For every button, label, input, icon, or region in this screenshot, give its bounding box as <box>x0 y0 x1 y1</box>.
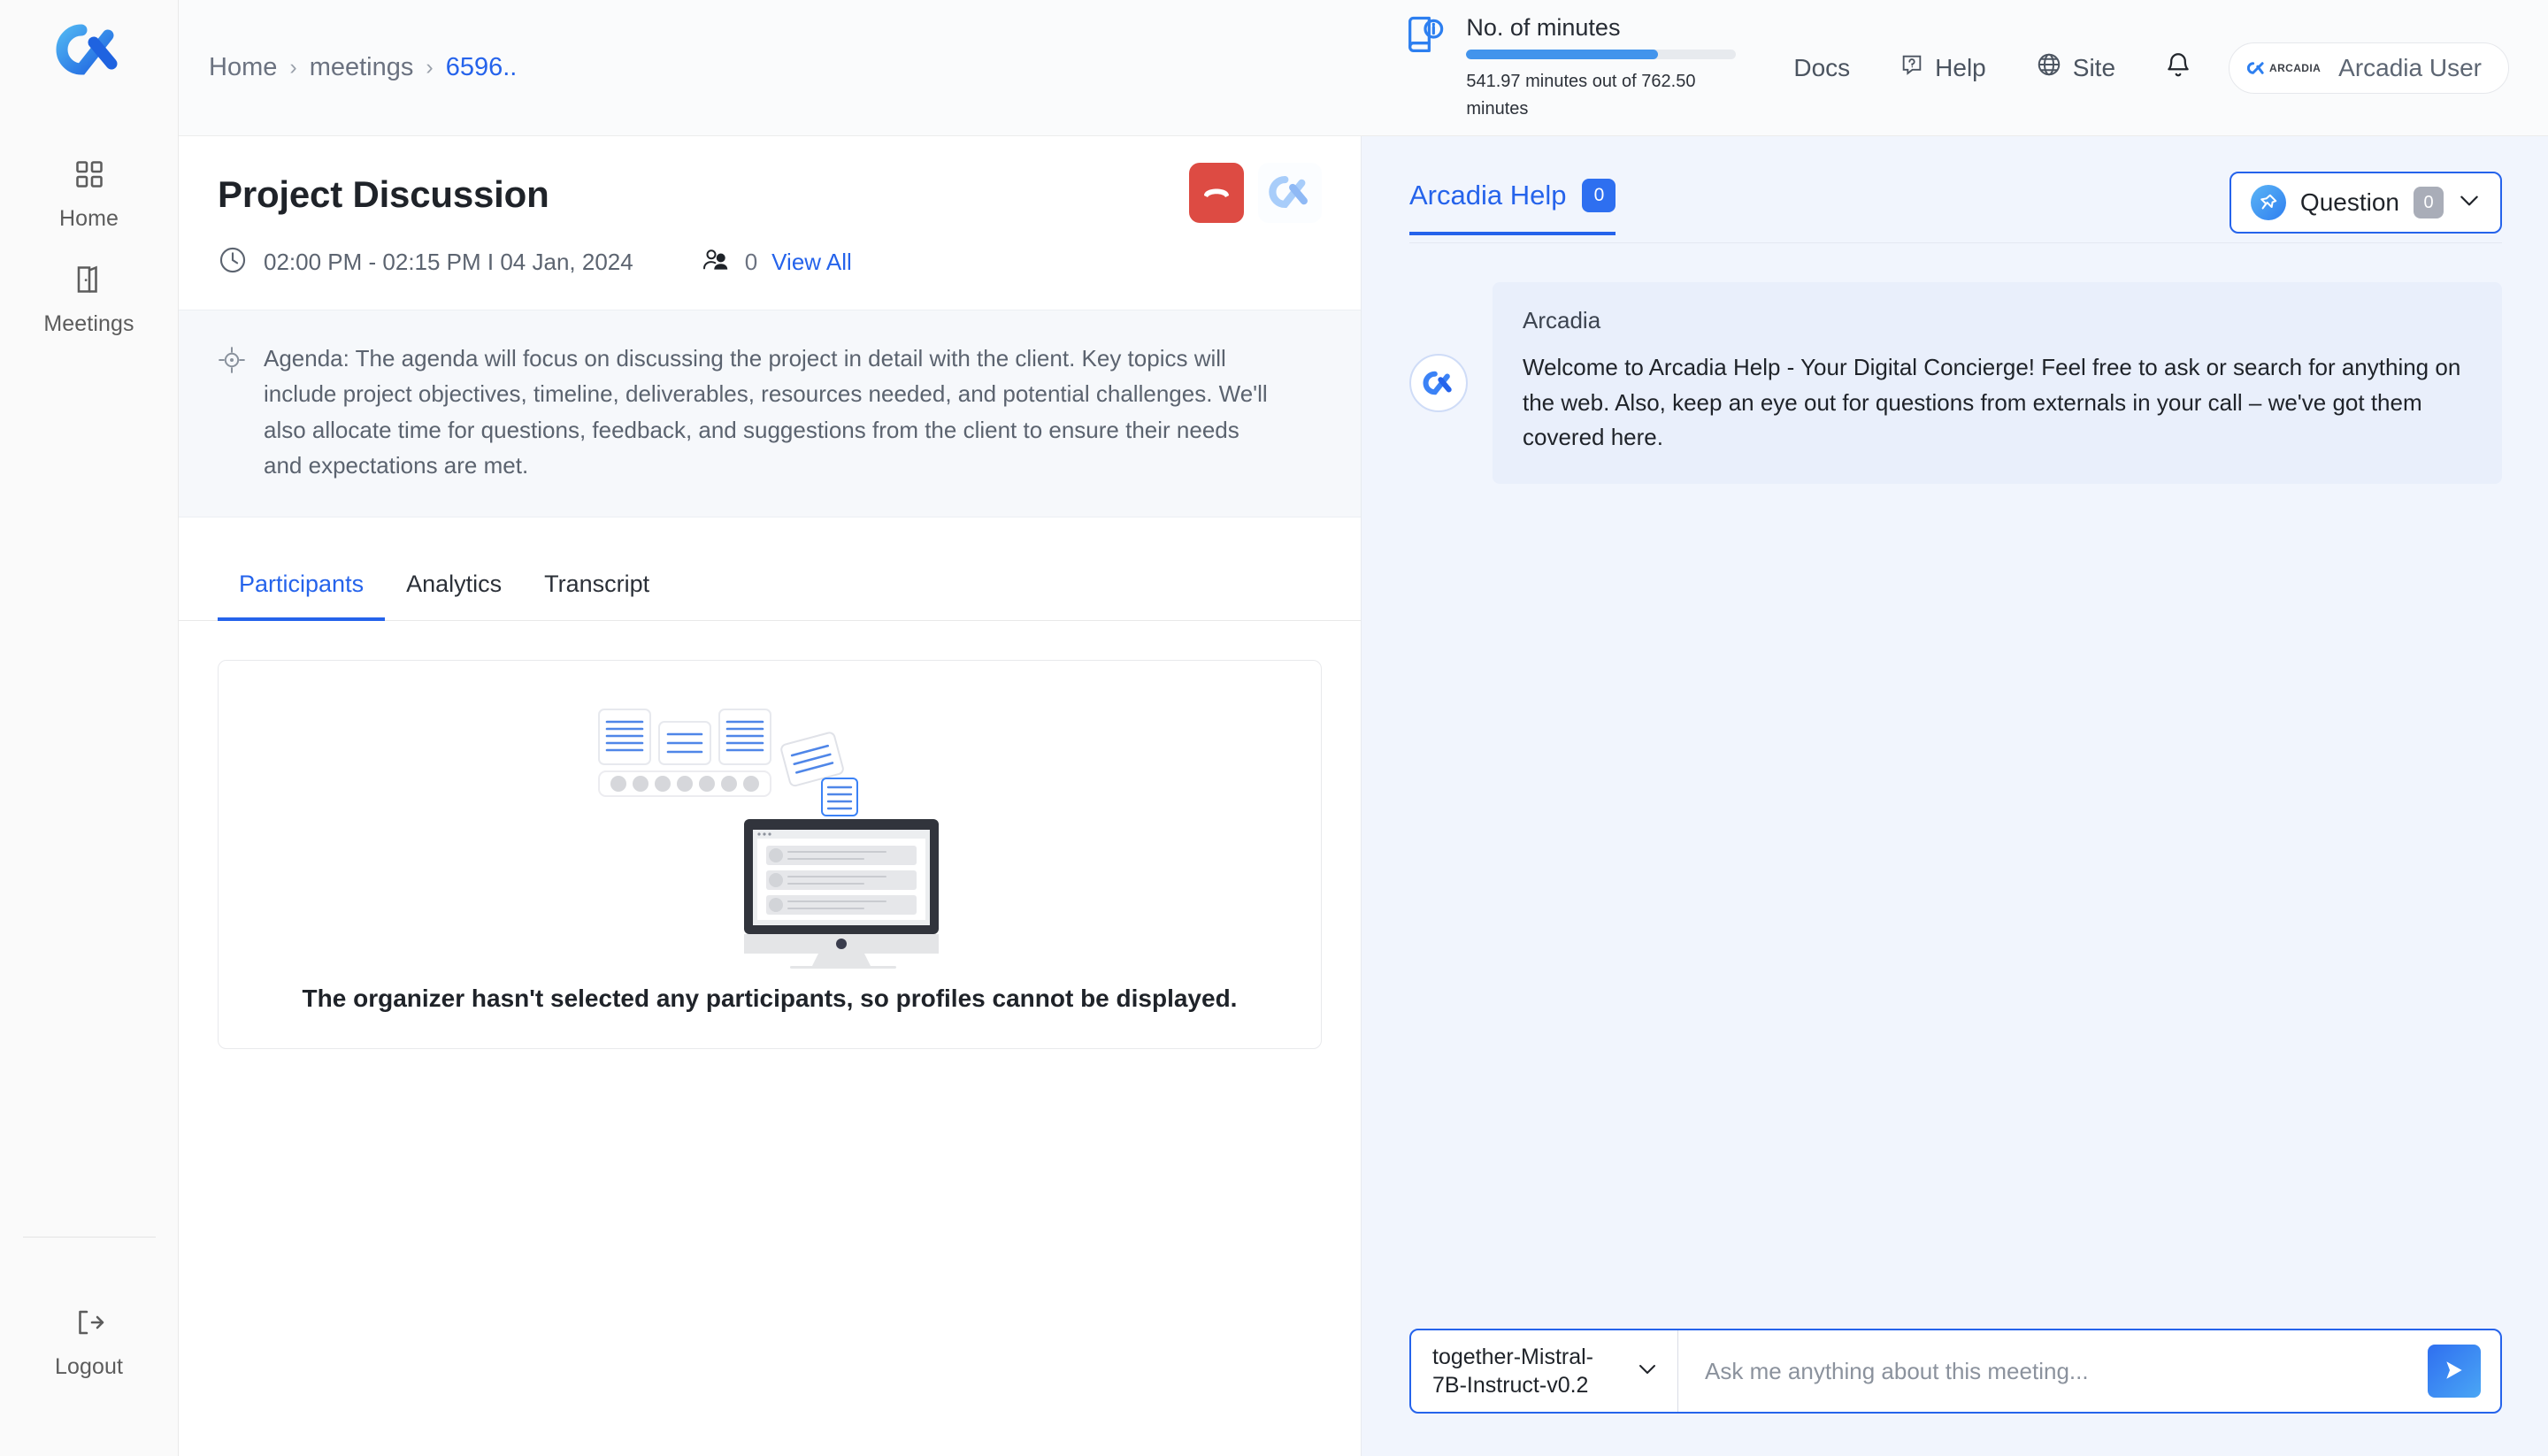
clock-icon <box>218 245 248 280</box>
page-title: Project Discussion <box>218 173 549 215</box>
composer-box: together-Mistral-7B-Instruct-v0.2 <box>1409 1329 2502 1414</box>
chat-composer: together-Mistral-7B-Instruct-v0.2 <box>1362 1329 2548 1456</box>
grid-icon <box>73 158 105 195</box>
topbar-links: Docs Help Site <box>1793 51 2115 84</box>
docs-label: Docs <box>1793 53 1851 81</box>
sidebar-item-logout[interactable]: Logout <box>0 1291 179 1396</box>
model-select[interactable]: together-Mistral-7B-Instruct-v0.2 <box>1411 1330 1678 1412</box>
tab-arcadia-help[interactable]: Arcadia Help 0 <box>1409 179 1616 235</box>
help-circle-icon <box>1899 52 1924 83</box>
content-tabs: Participants Analytics Transcript <box>179 560 1361 622</box>
meeting-actions <box>1189 163 1322 223</box>
participants-meta: 0 View All <box>701 247 852 278</box>
bell-icon[interactable] <box>2163 50 2193 86</box>
minutes-texts: No. of minutes 541.97 minutes out of 762… <box>1466 12 1740 123</box>
tab-arcadia-help-label: Arcadia Help <box>1409 180 1567 211</box>
question-pin-icon <box>2250 185 2286 220</box>
arcadia-logo-icon <box>1268 175 1312 211</box>
main-column: Home › meetings › 6596.. No. of minutes … <box>179 0 2548 1456</box>
user-chip[interactable]: ARCADIA Arcadia User <box>2229 42 2509 94</box>
target-icon <box>218 346 246 379</box>
chevron-down-icon-model <box>1637 1362 1658 1381</box>
breadcrumb: Home › meetings › 6596.. <box>209 53 517 82</box>
agenda-section: Agenda: The agenda will focus on discuss… <box>179 310 1361 518</box>
participants-count: 0 <box>744 249 758 275</box>
minutes-widget: No. of minutes 541.97 minutes out of 762… <box>1402 12 1740 123</box>
sidebar-item-meetings[interactable]: Meetings <box>0 248 179 353</box>
tab-analytics[interactable]: Analytics <box>385 560 523 621</box>
meeting-title-row: Project Discussion <box>218 163 1322 223</box>
arcadia-logo-button[interactable] <box>1258 163 1322 223</box>
empty-state-text: The organizer hasn't selected any partic… <box>302 984 1238 1012</box>
chat-message-author: Arcadia <box>1523 307 1601 333</box>
book-info-icon <box>1402 12 1448 63</box>
question-dropdown[interactable]: Question 0 <box>2229 172 2502 234</box>
door-icon <box>73 264 105 300</box>
sidebar-item-label-home: Home <box>58 206 119 231</box>
sidebar-item-label-logout: Logout <box>54 1354 124 1379</box>
minutes-title: No. of minutes <box>1466 14 1621 41</box>
meeting-time: 02:00 PM - 02:15 PM I 04 Jan, 2024 <box>264 249 633 275</box>
minutes-progress-fill <box>1466 50 1658 59</box>
top-bar: Home › meetings › 6596.. No. of minutes … <box>179 0 2548 136</box>
body-split: Project Discussion 02:00 PM - 02:15 PM I… <box>179 136 2548 1456</box>
empty-state-illustration <box>579 697 960 976</box>
send-icon <box>2443 1359 2466 1384</box>
user-name: Arcadia User <box>2338 53 2482 81</box>
meeting-header: Project Discussion 02:00 PM - 02:15 PM I… <box>179 136 1361 310</box>
tab-arcadia-help-badge: 0 <box>1582 179 1616 212</box>
chat-message-text: Welcome to Arcadia Help - Your Digital C… <box>1523 354 2461 451</box>
question-dropdown-label: Question <box>2299 188 2399 216</box>
model-select-label: together-Mistral-7B-Instruct-v0.2 <box>1432 1345 1593 1398</box>
tab-transcript[interactable]: Transcript <box>523 560 671 621</box>
globe-icon <box>2036 51 2062 84</box>
agenda-text: Agenda: The agenda will focus on discuss… <box>264 345 1268 479</box>
send-button[interactable] <box>2428 1345 2481 1398</box>
help-panel-header: Arcadia Help 0 Question 0 <box>1362 136 2548 242</box>
help-link[interactable]: Help <box>1899 52 1986 83</box>
avatar: ARCADIA <box>2247 62 2321 74</box>
sidebar-item-label-meetings: Meetings <box>43 311 134 336</box>
chat-input[interactable] <box>1678 1330 2428 1412</box>
breadcrumb-home[interactable]: Home <box>209 53 277 82</box>
app-root: Home Meetings Logout Home › meetings › 6… <box>0 0 2548 1456</box>
hangup-phone-icon <box>1201 183 1232 203</box>
meeting-content: Project Discussion 02:00 PM - 02:15 PM I… <box>179 136 1362 1456</box>
participants-empty-state: The organizer hasn't selected any partic… <box>218 660 1322 1050</box>
chevron-right-icon: › <box>289 55 297 80</box>
meeting-meta: 02:00 PM - 02:15 PM I 04 Jan, 2024 0 Vie… <box>218 245 1322 280</box>
question-dropdown-badge: 0 <box>2414 187 2444 218</box>
chevron-down-icon <box>2458 193 2481 213</box>
sidebar-item-home[interactable]: Home <box>0 142 179 248</box>
breadcrumb-current[interactable]: 6596.. <box>446 53 518 82</box>
help-label: Help <box>1935 53 1986 81</box>
people-icon <box>701 247 731 278</box>
sidebar: Home Meetings Logout <box>0 0 179 1456</box>
chat-message: Arcadia Welcome to Arcadia Help - Your D… <box>1409 282 2502 484</box>
sidebar-divider <box>22 1237 156 1238</box>
breadcrumb-meetings[interactable]: meetings <box>310 53 414 82</box>
view-all-link[interactable]: View All <box>771 249 852 276</box>
logout-icon <box>73 1307 105 1343</box>
site-label: Site <box>2072 53 2116 81</box>
chat-message-bubble: Arcadia Welcome to Arcadia Help - Your D… <box>1493 282 2502 484</box>
avatar-badge-text: ARCADIA <box>2269 61 2322 74</box>
docs-link[interactable]: Docs <box>1793 54 1850 82</box>
minutes-subtitle: 541.97 minutes out of 762.50 minutes <box>1466 72 1696 119</box>
chevron-right-icon-2: › <box>426 55 434 80</box>
arcadia-avatar-icon <box>1409 353 1468 412</box>
site-link[interactable]: Site <box>2036 51 2115 84</box>
end-call-button[interactable] <box>1189 163 1244 223</box>
chat-messages: Arcadia Welcome to Arcadia Help - Your D… <box>1362 243 2548 1329</box>
arcadia-logo[interactable] <box>55 23 124 80</box>
tab-participants[interactable]: Participants <box>218 560 386 622</box>
minutes-progress-bar <box>1466 50 1737 59</box>
arcadia-help-panel: Arcadia Help 0 Question 0 Arcadia Welcom… <box>1362 136 2548 1456</box>
